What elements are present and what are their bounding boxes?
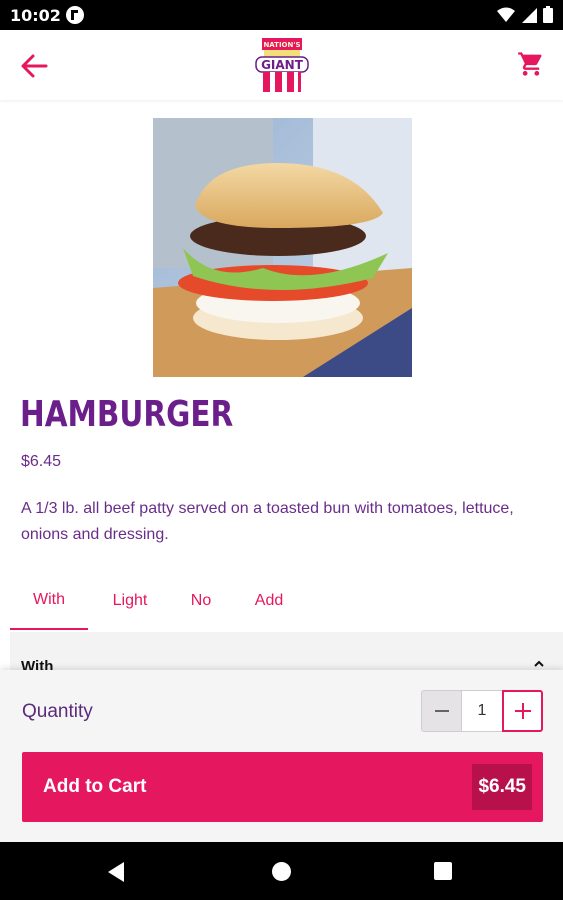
with-section-header[interactable]: With (10, 632, 563, 672)
nav-recents-icon[interactable] (434, 862, 452, 880)
system-nav-bar (0, 842, 563, 900)
product-price: $6.45 (21, 453, 62, 470)
tab-light[interactable]: Light (88, 572, 172, 630)
quantity-increase-button[interactable] (502, 690, 543, 732)
minus-icon (434, 710, 449, 712)
nav-back-icon[interactable] (106, 861, 126, 883)
quantity-label: Quantity (22, 701, 93, 722)
quantity-decrease-button[interactable] (421, 690, 462, 732)
nations-giant-logo[interactable]: NATION'S GIANT (254, 36, 310, 94)
add-to-cart-price: $6.45 (472, 764, 532, 810)
arrow-left-icon (21, 54, 48, 78)
status-time: 10:02 (10, 6, 61, 25)
logo-top-text: NATION'S (263, 41, 300, 49)
product-title: HAMBURGER (20, 394, 234, 435)
back-button[interactable] (18, 50, 50, 82)
status-icons (497, 6, 553, 23)
plus-icon (514, 703, 531, 719)
battery-icon (543, 6, 553, 23)
tab-with[interactable]: With (10, 572, 88, 630)
order-panel: Quantity 1 Add to Cart $6.45 (0, 670, 563, 842)
notification-app-icon (66, 6, 84, 24)
add-to-cart-label: Add to Cart (43, 776, 147, 797)
option-tabs: With Light No Add (10, 572, 563, 632)
product-image (153, 118, 412, 377)
quantity-value[interactable]: 1 (462, 690, 502, 732)
add-to-cart-button[interactable]: Add to Cart $6.45 (22, 752, 543, 822)
signal-icon (522, 7, 537, 23)
nav-home-icon[interactable] (272, 862, 291, 881)
product-description: A 1/3 lb. all beef patty served on a toa… (21, 500, 514, 543)
wifi-icon (497, 7, 515, 22)
quantity-stepper: 1 (421, 690, 543, 732)
chevron-up-icon (534, 660, 544, 667)
status-bar: 10:02 (0, 0, 563, 30)
cart-button[interactable] (517, 50, 545, 78)
tab-add[interactable]: Add (230, 572, 308, 630)
tab-no[interactable]: No (172, 572, 230, 630)
logo-main-text: GIANT (261, 58, 304, 72)
shopping-cart-icon (518, 52, 542, 76)
app-header: NATION'S GIANT (0, 30, 563, 100)
